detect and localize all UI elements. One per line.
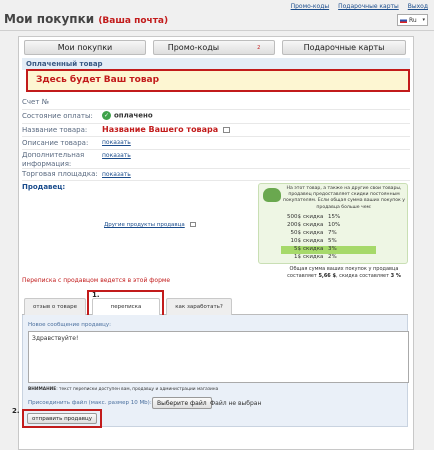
other-products-text: Другие продукты продавца bbox=[104, 222, 185, 228]
show-extra-info-link[interactable]: показать bbox=[102, 152, 131, 159]
purchase-total: Общая сумма ваших покупок у продавца сос… bbox=[283, 266, 405, 280]
page-title-text: Мои покупки bbox=[4, 12, 95, 26]
tab-label: Промо-коды bbox=[167, 43, 220, 52]
tab-how-to-earn[interactable]: как заработать? bbox=[166, 298, 232, 315]
step-marker: 2. bbox=[12, 407, 20, 415]
privacy-note: ВНИМАНИЕ: текст переписки доступен вам, … bbox=[28, 387, 219, 392]
page-title: Мои покупки (Ваша почта) bbox=[4, 12, 168, 26]
divider bbox=[22, 168, 410, 169]
tab-gift-cards[interactable]: Подарочные карты bbox=[282, 40, 406, 55]
step-marker: 1. bbox=[92, 291, 100, 299]
check-icon: ✓ bbox=[102, 111, 111, 120]
send-to-seller-button[interactable]: отправить продавцу bbox=[27, 413, 97, 424]
gift-cards-link[interactable]: Подарочные карты bbox=[338, 3, 399, 10]
total-discount: 3 % bbox=[390, 272, 401, 279]
discount-row: 500$ скидка 15% bbox=[287, 214, 341, 220]
logout-link[interactable]: Выход bbox=[408, 3, 428, 10]
tab-promo-codes[interactable]: Промо-коды 2 bbox=[153, 40, 275, 55]
message-textarea[interactable]: Здравствуйте! bbox=[28, 331, 409, 383]
product-banner: Здесь будет Ваш товар bbox=[26, 69, 410, 92]
promo-count-badge: 2 bbox=[257, 44, 261, 51]
product-description-label: Описание товара: bbox=[22, 139, 89, 147]
external-link-icon bbox=[189, 222, 196, 227]
language-select[interactable]: Ru ▾ bbox=[397, 14, 428, 26]
flag-icon bbox=[400, 17, 407, 23]
discount-row: 1$ скидка 2% bbox=[294, 254, 337, 260]
language-value: Ru bbox=[409, 16, 417, 24]
choose-file-button[interactable]: Выберите файл bbox=[152, 397, 212, 409]
user-email: (Ваша почта) bbox=[98, 16, 169, 26]
divider bbox=[22, 180, 410, 181]
payment-status-label: Состояние оплаты: bbox=[22, 112, 93, 120]
product-name-label: Название товара: bbox=[22, 126, 88, 134]
tab-label: Мои покупки bbox=[57, 43, 113, 52]
tab-review[interactable]: отзыв о товаре bbox=[24, 298, 86, 315]
marketplace-label: Торговая площадка: bbox=[22, 170, 98, 178]
tab-my-purchases[interactable]: Мои покупки bbox=[24, 40, 146, 55]
new-message-label: Новое сообщение продавцу: bbox=[28, 322, 111, 328]
divider bbox=[22, 123, 410, 124]
divider bbox=[22, 136, 410, 137]
header-divider bbox=[0, 30, 434, 31]
tab-label: Подарочные карты bbox=[303, 43, 385, 52]
invoice-label: Счет № bbox=[22, 98, 49, 106]
total-line-2: составляет 5,66 $, скидка составляет 3 % bbox=[287, 272, 401, 279]
discount-description: На этот товар, а также на другие свои то… bbox=[283, 186, 405, 210]
product-name-value: Название Вашего товара bbox=[102, 125, 219, 134]
divider bbox=[22, 149, 410, 150]
seller-label: Продавец: bbox=[22, 183, 66, 191]
piggy-bank-icon bbox=[263, 188, 281, 202]
payment-status-value: оплачено bbox=[114, 111, 153, 120]
show-description-link[interactable]: показать bbox=[102, 139, 131, 146]
tab-label: отзыв о товаре bbox=[33, 304, 77, 310]
show-marketplace-link[interactable]: показать bbox=[102, 171, 131, 178]
tab-label: как заработать? bbox=[175, 304, 223, 310]
attach-file-label: Присоединить файл (макс. размер 10 Mb): bbox=[28, 400, 152, 406]
external-link-icon[interactable] bbox=[223, 126, 231, 133]
total-line-1: Общая сумма ваших покупок у продавца bbox=[289, 266, 399, 272]
correspondence-note: Переписка с продавцом ведется в этой фор… bbox=[22, 277, 171, 284]
discount-row-current: 5$ скидка 3% bbox=[281, 246, 376, 254]
extra-info-label: Дополнительная информация: bbox=[22, 151, 85, 169]
product-name: Название Вашего товара bbox=[102, 125, 231, 134]
other-products-link[interactable]: Другие продукты продавца bbox=[104, 222, 196, 228]
no-file-text: Файл не выбран bbox=[210, 400, 262, 407]
payment-status: ✓ оплачено bbox=[102, 111, 153, 120]
divider bbox=[22, 109, 410, 110]
discount-row: 50$ скидка 7% bbox=[290, 230, 337, 236]
discount-row: 200$ скидка 10% bbox=[287, 222, 341, 228]
top-links: Промо-коды Подарочные карты Выход bbox=[291, 3, 428, 10]
chevron-down-icon: ▾ bbox=[422, 17, 425, 23]
promo-codes-link[interactable]: Промо-коды bbox=[291, 3, 330, 10]
total-amount: 5,66 $ bbox=[318, 272, 336, 279]
discount-row: 10$ скидка 5% bbox=[290, 238, 337, 244]
